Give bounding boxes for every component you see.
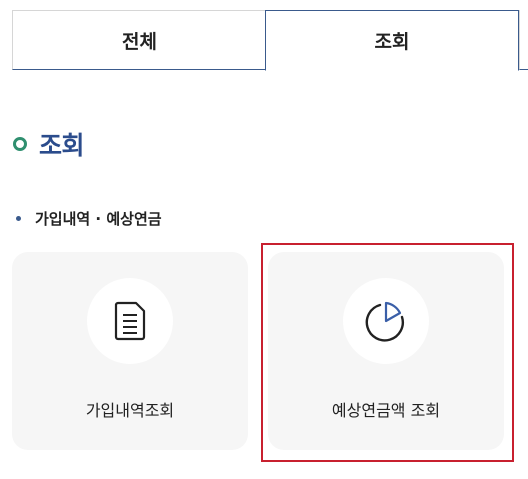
pie-chart-icon (365, 301, 404, 342)
tab-all[interactable]: 전체 (12, 10, 266, 70)
card-icon-circle (87, 278, 173, 364)
card-icon-circle (343, 278, 429, 364)
tab-inquiry-label: 조회 (374, 31, 410, 53)
tab-bar: 전체 조회 (12, 10, 528, 72)
card-label: 가입내역조회 (85, 401, 175, 420)
title-bullet-icon (13, 137, 27, 151)
section-bullet-icon (16, 215, 21, 221)
tab-inquiry[interactable]: 조회 (265, 10, 519, 71)
section-heading-text: 가입내역 · 예상연금 (35, 209, 162, 228)
tab-bar-filler (519, 10, 528, 70)
page-title: 조회 (12, 124, 85, 164)
card-enrollment-history[interactable]: 가입내역조회 (12, 252, 248, 450)
section-heading: 가입내역 · 예상연금 (16, 204, 162, 232)
document-icon (114, 301, 146, 341)
card-label: 예상연금액 조회 (331, 401, 441, 420)
card-expected-pension[interactable]: 예상연금액 조회 (268, 252, 504, 450)
page-title-text: 조회 (39, 131, 85, 160)
tab-all-label: 전체 (122, 30, 157, 53)
